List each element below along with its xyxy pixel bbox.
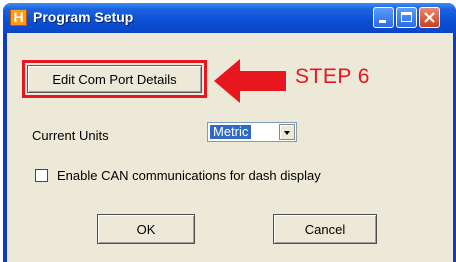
chevron-down-icon[interactable] bbox=[279, 124, 295, 140]
edit-com-port-button[interactable]: Edit Com Port Details bbox=[27, 65, 202, 93]
close-icon bbox=[424, 12, 435, 23]
close-button[interactable] bbox=[419, 7, 440, 28]
maximize-button[interactable] bbox=[396, 7, 417, 28]
arrow-left-icon bbox=[214, 59, 286, 103]
can-checkbox[interactable] bbox=[35, 169, 48, 182]
window-title: Program Setup bbox=[33, 9, 134, 25]
step-highlight-box: Edit Com Port Details bbox=[22, 60, 207, 98]
app-icon: H bbox=[10, 9, 27, 26]
title-bar[interactable]: H Program Setup bbox=[3, 3, 456, 33]
units-select[interactable]: Metric bbox=[207, 122, 297, 142]
minimize-button[interactable] bbox=[373, 7, 394, 28]
program-setup-window: H Program Setup Edit Com Port Details ST… bbox=[3, 3, 456, 262]
step-label: STEP 6 bbox=[295, 65, 370, 88]
ok-button[interactable]: OK bbox=[97, 214, 195, 244]
can-checkbox-label[interactable]: Enable CAN communications for dash displ… bbox=[57, 168, 321, 183]
current-units-label: Current Units bbox=[32, 128, 109, 143]
cancel-button[interactable]: Cancel bbox=[273, 214, 377, 244]
units-selected-value: Metric bbox=[210, 125, 252, 139]
dialog-body: Edit Com Port Details STEP 6 Current Uni… bbox=[7, 33, 453, 262]
